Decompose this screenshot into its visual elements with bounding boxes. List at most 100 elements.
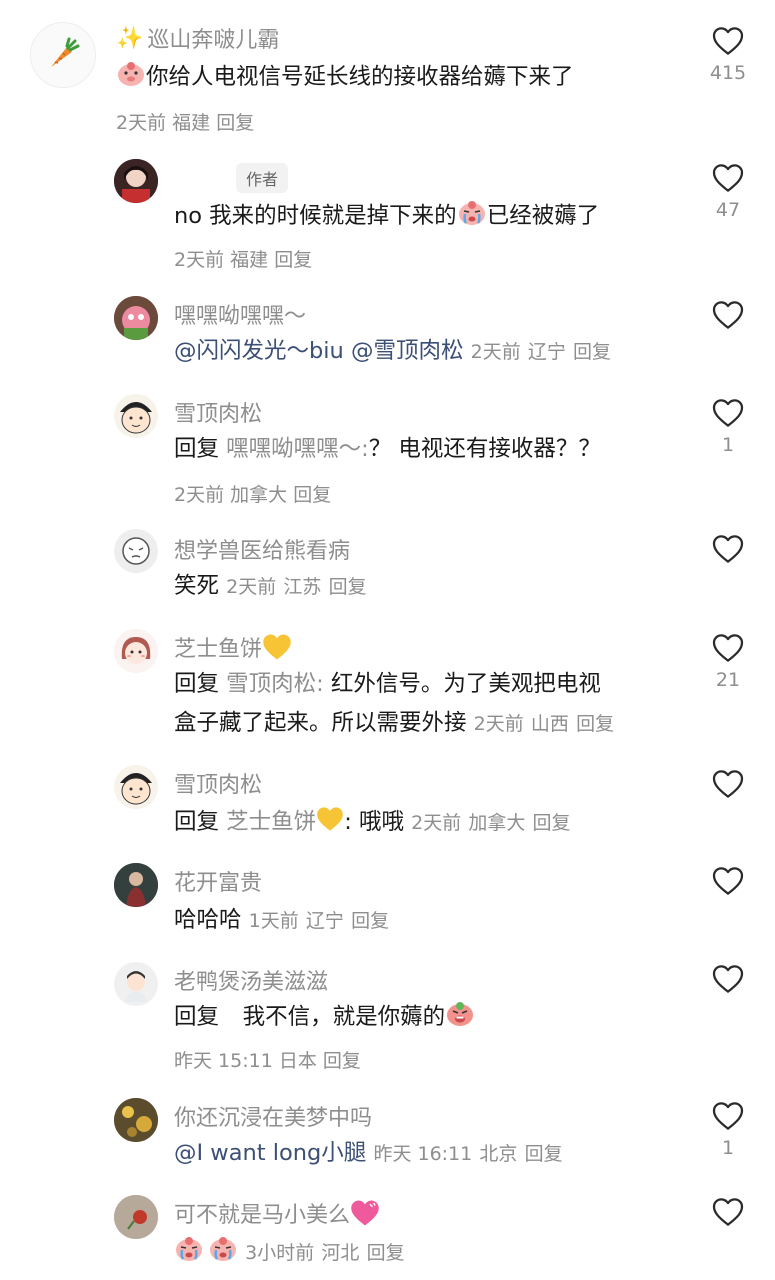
angry-pig-emoji-icon xyxy=(445,998,475,1028)
avatar[interactable] xyxy=(114,962,158,1006)
heart-icon[interactable] xyxy=(712,534,744,564)
comment-time: 2天前 xyxy=(411,812,462,834)
comment-location: 河北 xyxy=(321,1242,360,1264)
comment-time: 2天前 xyxy=(174,484,225,506)
comment-text: 哈哈哈 xyxy=(174,907,242,933)
heart-icon[interactable] xyxy=(712,1101,744,1131)
avatar-photo xyxy=(114,1098,158,1142)
heart-icon[interactable] xyxy=(712,1197,744,1227)
username-row: 芝士鱼饼 xyxy=(174,631,292,663)
mention-link[interactable]: @雪顶肉松 xyxy=(351,338,464,364)
username[interactable]: 芝士鱼饼 xyxy=(174,631,262,663)
username-row: 可不就是马小美么 xyxy=(174,1197,380,1229)
comment-text: ？ 电视还有接收器？？ xyxy=(368,436,601,462)
comment-time: 2天前 xyxy=(116,112,167,134)
reply-button[interactable]: 回复 xyxy=(533,812,571,834)
username[interactable]: 想学兽医给熊看病 xyxy=(174,533,350,565)
like-button[interactable]: 415 xyxy=(707,26,749,84)
mention-link[interactable]: @闪闪发光～biu xyxy=(174,338,344,364)
crying-pig-emoji-icon xyxy=(457,197,487,227)
carrot-icon xyxy=(51,37,80,67)
comment-text: 笑死 xyxy=(174,573,220,599)
like-button[interactable] xyxy=(707,300,749,330)
reply-button[interactable]: 回复 xyxy=(293,484,331,506)
mention-link[interactable]: @I want long小腿 xyxy=(174,1140,366,1166)
comment-item: 雪顶肉松 回复 芝士鱼饼: 哦哦 2天前 加拿大 回复 xyxy=(0,753,775,853)
username[interactable]: 嘿嘿呦嘿嘿～ xyxy=(174,298,306,330)
heart-icon[interactable] xyxy=(712,964,744,994)
avatar[interactable] xyxy=(114,863,158,907)
comment-meta: 2天前 加拿大 回复 xyxy=(174,480,331,507)
username[interactable]: 老鸭煲汤美滋滋 xyxy=(174,964,328,996)
comment-time: 昨天 16:11 xyxy=(373,1143,473,1165)
username[interactable]: 你还沉浸在美梦中吗 xyxy=(174,1100,372,1132)
crying-pig-emoji-icon xyxy=(208,1233,238,1263)
avatar[interactable] xyxy=(114,296,158,340)
like-button[interactable] xyxy=(707,769,749,799)
avatar[interactable] xyxy=(30,22,96,88)
comment-text-row: 回复 ⠀我不信，就是你薅的 xyxy=(174,998,475,1037)
username-row: 想学兽医给熊看病 xyxy=(174,533,350,565)
comment-text-row: 回复 雪顶肉松: 红外信号。为了美观把电视 xyxy=(174,665,601,704)
heart-icon[interactable] xyxy=(712,163,744,193)
heart-icon[interactable] xyxy=(712,769,744,799)
comment-location: 日本 xyxy=(278,1050,317,1072)
avatar[interactable] xyxy=(114,765,158,809)
avatar-cartoon xyxy=(125,971,147,1002)
avatar[interactable] xyxy=(114,394,158,438)
username[interactable]: 花开富贵 xyxy=(174,865,262,897)
reply-to-name[interactable]: 芝士鱼饼 xyxy=(226,809,316,835)
reply-button[interactable]: 回复 xyxy=(216,112,254,134)
reply-to-name[interactable]: 雪顶肉松: xyxy=(226,671,324,697)
comment-time: 1天前 xyxy=(248,910,299,932)
username-row: 作者 xyxy=(236,163,289,193)
reply-button[interactable]: 回复 xyxy=(367,1242,405,1264)
avatar[interactable] xyxy=(114,159,158,203)
comment-location: 山西 xyxy=(530,713,569,735)
avatar-cartoon xyxy=(120,402,152,434)
username[interactable]: 可不就是马小美么 xyxy=(174,1197,350,1229)
like-count: 1 xyxy=(721,1137,735,1159)
like-button[interactable] xyxy=(707,534,749,564)
username[interactable]: 雪顶肉松 xyxy=(174,767,262,799)
reply-prefix: 回复 xyxy=(174,809,220,835)
like-button[interactable]: 21 xyxy=(707,633,749,691)
comment-meta: 2天前 福建 回复 xyxy=(174,245,312,272)
like-button[interactable]: 47 xyxy=(707,163,749,221)
heart-icon[interactable] xyxy=(712,633,744,663)
author-badge: 作者 xyxy=(236,163,289,193)
like-button[interactable] xyxy=(707,866,749,896)
reply-button[interactable]: 回复 xyxy=(351,910,389,932)
username[interactable]: 雪顶肉松 xyxy=(174,396,262,428)
reply-button[interactable]: 回复 xyxy=(274,249,312,271)
comment-text: 哦哦 xyxy=(358,809,404,835)
reply-button[interactable]: 回复 xyxy=(525,1143,563,1165)
comment-text-row: 哈哈哈 1天前 辽宁 回复 xyxy=(174,901,389,941)
comment-time: 3小时前 xyxy=(245,1242,315,1264)
reply-button[interactable]: 回复 xyxy=(323,1050,361,1072)
yellow-heart-icon xyxy=(262,633,292,661)
comment-text-tail: 已经被薅了 xyxy=(486,203,600,229)
avatar[interactable] xyxy=(114,1195,158,1239)
heart-icon[interactable] xyxy=(712,398,744,428)
comment-text-row: @闪闪发光～biu @雪顶肉松 2天前 辽宁 回复 xyxy=(174,332,611,372)
reply-to-name[interactable]: 嘿嘿呦嘿嘿～: xyxy=(226,436,369,462)
heart-icon[interactable] xyxy=(712,866,744,896)
username[interactable]: 巡山奔啵儿霸 xyxy=(147,22,279,54)
reply-button[interactable]: 回复 xyxy=(573,341,611,363)
like-button[interactable]: 1 xyxy=(707,1101,749,1159)
avatar[interactable] xyxy=(114,529,158,573)
heart-icon[interactable] xyxy=(712,26,744,56)
reply-button[interactable]: 回复 xyxy=(329,576,367,598)
avatar[interactable] xyxy=(114,629,158,673)
like-button[interactable] xyxy=(707,1197,749,1227)
comment-text-row: 3小时前 河北 回复 xyxy=(174,1233,405,1273)
crying-pig-emoji-icon xyxy=(174,1233,204,1263)
like-count: 1 xyxy=(721,434,735,456)
avatar[interactable] xyxy=(114,1098,158,1142)
like-button[interactable]: 1 xyxy=(707,398,749,456)
comment-text: no 我来的时候就是掉下来的 xyxy=(174,203,457,229)
reply-button[interactable]: 回复 xyxy=(576,713,614,735)
like-button[interactable] xyxy=(707,964,749,994)
heart-icon[interactable] xyxy=(712,300,744,330)
